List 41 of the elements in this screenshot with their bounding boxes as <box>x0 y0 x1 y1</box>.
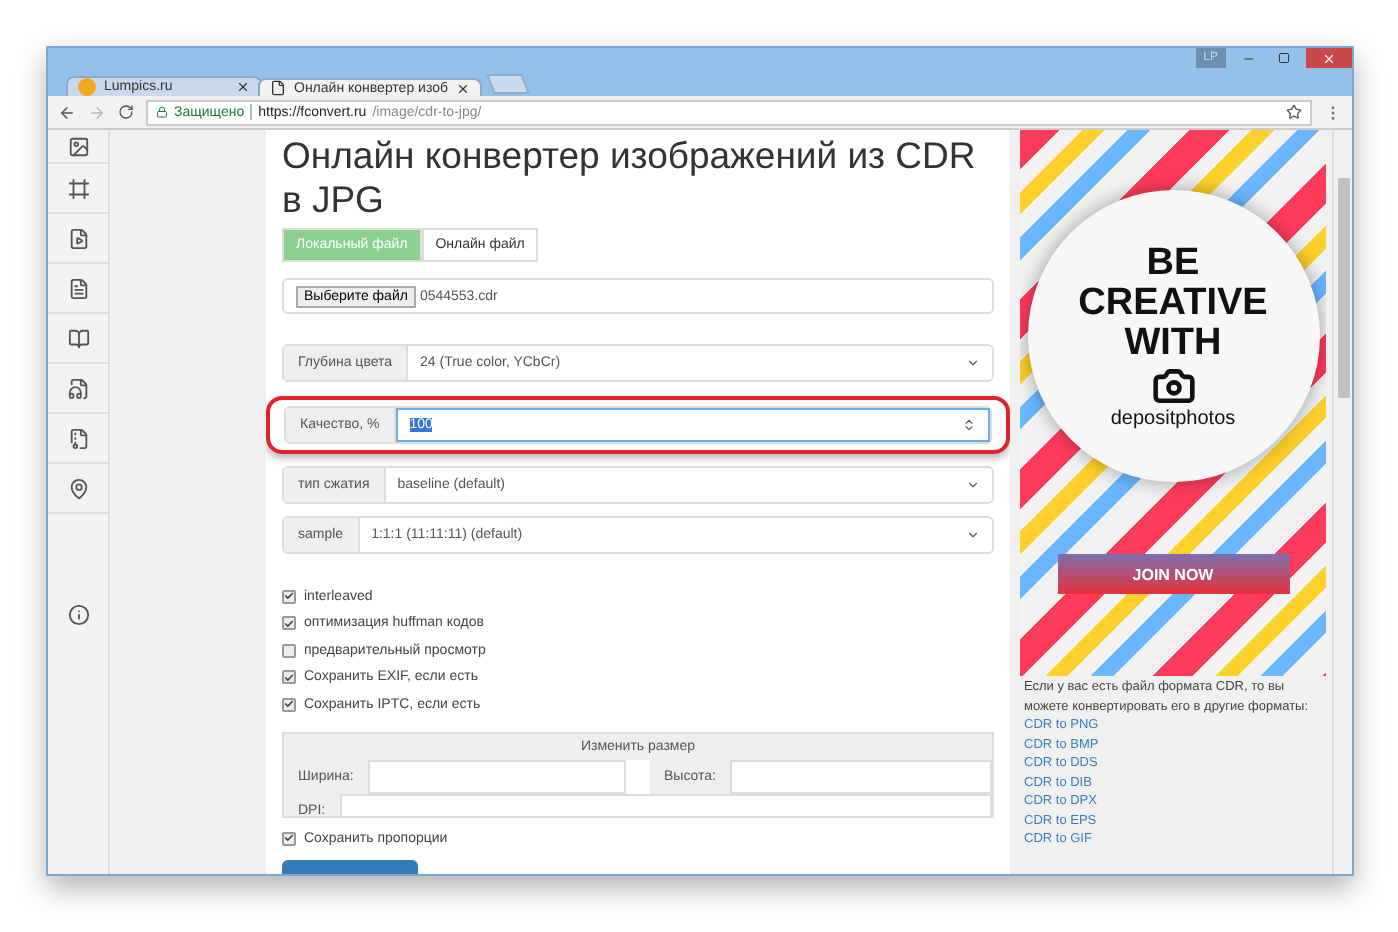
bookmark-star-icon[interactable] <box>1286 104 1302 120</box>
lock-icon <box>156 106 168 118</box>
page-title: Онлайн конвертер изображений из CDR в JPG <box>282 134 978 222</box>
image-icon[interactable] <box>67 135 89 157</box>
scrollbar[interactable] <box>1332 130 1352 874</box>
site-icon <box>78 78 96 96</box>
checkbox[interactable] <box>282 670 296 685</box>
checkbox[interactable] <box>282 697 296 712</box>
checkbox[interactable] <box>282 616 296 631</box>
page-icon <box>270 80 286 96</box>
close-icon[interactable] <box>455 81 470 95</box>
book-icon[interactable] <box>67 327 89 349</box>
audio-file-icon[interactable] <box>67 377 89 399</box>
video-file-icon[interactable] <box>67 227 89 249</box>
spinner-icon[interactable] <box>962 418 976 433</box>
reload-icon[interactable] <box>118 104 134 120</box>
checkbox[interactable] <box>282 589 296 604</box>
dpi-input[interactable] <box>341 793 992 817</box>
check-icon <box>284 671 294 684</box>
checkbox[interactable] <box>282 831 296 845</box>
ad-headline: BE CREATIVE WITH <box>1078 243 1268 363</box>
check-icon <box>284 832 294 844</box>
checkbox[interactable] <box>282 643 296 658</box>
width-input[interactable] <box>369 759 626 794</box>
frame-icon[interactable] <box>67 177 89 199</box>
back-icon[interactable] <box>58 103 76 121</box>
document-icon[interactable] <box>67 277 89 299</box>
close-icon[interactable] <box>236 80 250 94</box>
join-button[interactable]: JOIN NOW <box>1057 554 1289 594</box>
maximize-icon <box>1278 52 1290 64</box>
height-input[interactable] <box>731 759 992 794</box>
info-icon[interactable] <box>67 604 89 626</box>
close-icon <box>1322 51 1336 65</box>
check-icon <box>284 698 294 711</box>
check-icon <box>284 590 294 603</box>
location-pin-icon[interactable] <box>67 477 89 499</box>
ad-brand: depositphotos <box>1110 407 1236 429</box>
convert-button[interactable] <box>282 859 418 874</box>
camera-icon <box>1151 363 1195 407</box>
check-icon <box>284 617 294 630</box>
archive-file-icon[interactable] <box>67 427 89 449</box>
